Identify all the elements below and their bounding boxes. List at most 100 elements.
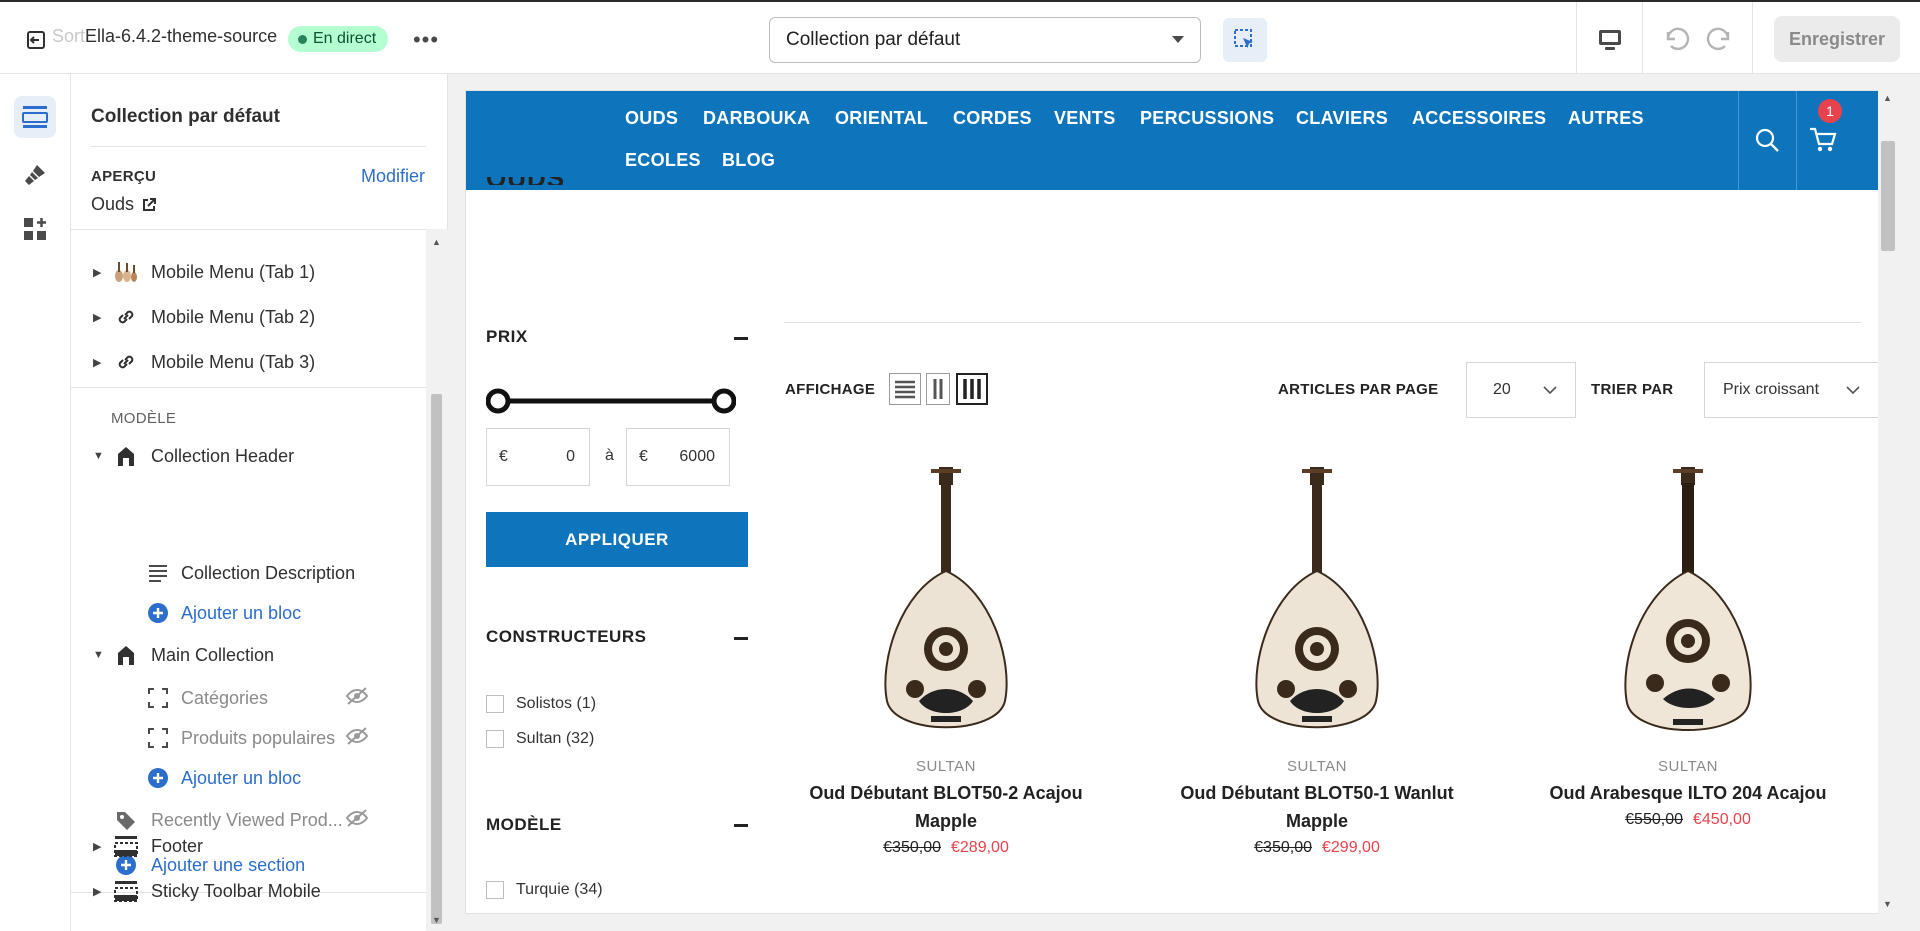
collapse-minus-icon[interactable] xyxy=(734,824,748,827)
compare-price: €550,00 xyxy=(1625,811,1683,828)
hidden-eye-icon[interactable] xyxy=(345,686,369,711)
grid-2-view-button[interactable] xyxy=(926,373,950,405)
block-popular-products[interactable]: Produits populaires xyxy=(71,723,426,753)
preview-scroll-thumb[interactable] xyxy=(1881,141,1895,251)
nav-link[interactable]: ECOLES xyxy=(625,150,701,171)
product-name[interactable]: Oud Débutant BLOT50-2 Acajou Mapple xyxy=(781,779,1111,835)
grid-3-icon xyxy=(963,379,981,399)
nav-link[interactable]: DARBOUKA xyxy=(703,108,810,129)
section-sticky-toolbar[interactable]: ▶ Sticky Toolbar Mobile xyxy=(71,876,426,906)
nav-link[interactable]: CORDES xyxy=(953,108,1032,129)
block-placeholder-icon xyxy=(145,686,171,710)
section-footer[interactable]: ▶ Footer xyxy=(71,831,426,861)
rail-apps-button[interactable] xyxy=(14,208,56,250)
nav-link[interactable]: AUTRES xyxy=(1568,108,1644,129)
price-max-input[interactable]: € 6000 xyxy=(626,428,730,486)
nav-link[interactable]: BLOG xyxy=(722,150,775,171)
nav-link[interactable]: OUDS xyxy=(625,108,678,129)
product-card[interactable]: SULTAN Oud Débutant BLOT50-1 Wanlut Mapp… xyxy=(1152,461,1482,857)
checkbox[interactable] xyxy=(486,881,504,899)
template-select[interactable]: Collection par défaut xyxy=(769,17,1201,63)
scroll-up-icon[interactable]: ▲ xyxy=(1883,93,1892,103)
sidebar-scrollbar[interactable]: ▲ ▼ xyxy=(426,229,448,931)
exit-button[interactable] xyxy=(20,24,52,56)
block-categories[interactable]: Catégories xyxy=(71,683,426,713)
product-image[interactable] xyxy=(1523,461,1853,746)
device-preview-button[interactable] xyxy=(1596,26,1624,54)
preview-scrollbar[interactable]: ▲ ▼ xyxy=(1878,91,1898,913)
product-card[interactable]: SULTAN Oud Arabesque ILTO 204 Acajou €55… xyxy=(1523,461,1853,829)
display-label: AFFICHAGE xyxy=(785,381,876,398)
checkbox[interactable] xyxy=(486,695,504,713)
product-name[interactable]: Oud Arabesque ILTO 204 Acajou xyxy=(1523,779,1853,807)
product-card[interactable]: SULTAN Oud Débutant BLOT50-2 Acajou Mapp… xyxy=(781,461,1111,857)
currency-symbol: € xyxy=(499,448,508,465)
scroll-down-icon[interactable]: ▼ xyxy=(432,915,441,925)
nav-link[interactable]: ACCESSOIRES xyxy=(1412,108,1546,129)
section-collection-header[interactable]: ▼ Collection Header xyxy=(71,441,426,471)
scroll-down-icon[interactable]: ▼ xyxy=(1883,899,1892,909)
undo-button[interactable] xyxy=(1660,24,1690,54)
filter-checkbox[interactable]: Turquie (34) xyxy=(486,881,603,899)
section-main-collection[interactable]: ▼ Main Collection xyxy=(71,640,426,670)
search-icon[interactable] xyxy=(1754,127,1780,158)
product-image[interactable] xyxy=(1152,461,1482,746)
section-icon xyxy=(113,643,139,667)
caret-right-icon: ▶ xyxy=(93,311,102,324)
hidden-eye-icon[interactable] xyxy=(345,726,369,751)
product-image[interactable] xyxy=(781,461,1111,746)
save-button[interactable]: Enregistrer xyxy=(1774,16,1900,62)
apply-label: APPLIQUER xyxy=(565,529,669,549)
compare-price: €350,00 xyxy=(883,839,941,856)
tree-item-label: Mobile Menu (Tab 1) xyxy=(151,261,316,282)
add-circle-icon xyxy=(145,766,171,790)
price-range-slider[interactable] xyxy=(486,386,736,416)
rail-sections-button[interactable] xyxy=(14,96,56,138)
price-min-input[interactable]: € 0 xyxy=(486,428,590,486)
sort-select[interactable]: Prix croissant xyxy=(1704,362,1878,418)
tree-item-label: Footer xyxy=(151,835,204,856)
more-actions-button[interactable]: ••• xyxy=(412,26,440,54)
inspector-toggle-button[interactable] xyxy=(1223,18,1267,62)
range-handle-max[interactable] xyxy=(711,388,736,414)
preview-edit-link[interactable]: Modifier xyxy=(361,166,425,187)
tree-item-mobile-menu-2[interactable]: ▶ Mobile Menu (Tab 2) xyxy=(71,302,426,332)
checkbox[interactable] xyxy=(486,730,504,748)
tree-item-mobile-menu-1[interactable]: ▶ Mobile Menu (Tab 1) xyxy=(71,257,426,287)
currency-symbol: € xyxy=(639,448,648,465)
product-name[interactable]: Oud Débutant BLOT50-1 Wanlut Mapple xyxy=(1152,779,1482,835)
add-block-button[interactable]: Ajouter un bloc xyxy=(71,598,426,628)
filter-checkbox[interactable]: Sultan (32) xyxy=(486,730,594,748)
grid-3-view-button[interactable] xyxy=(956,373,988,405)
collapse-minus-icon[interactable] xyxy=(734,637,748,640)
scroll-up-icon[interactable]: ▲ xyxy=(432,237,441,247)
redo-button[interactable] xyxy=(1706,24,1736,54)
range-handle-min[interactable] xyxy=(486,388,511,414)
add-block-button[interactable]: Ajouter un bloc xyxy=(71,763,426,793)
hidden-eye-icon[interactable] xyxy=(345,808,369,833)
block-collection-description[interactable]: Collection Description xyxy=(71,558,426,588)
add-block-label: Ajouter un bloc xyxy=(181,602,302,623)
apply-filter-button[interactable]: APPLIQUER xyxy=(486,512,748,567)
rail-theme-settings-button[interactable] xyxy=(14,154,56,196)
nav-link[interactable]: CLAVIERS xyxy=(1296,108,1388,129)
collapse-minus-icon[interactable] xyxy=(734,337,748,340)
list-view-button[interactable] xyxy=(889,373,921,405)
editor-topbar: Sort Ella-6.4.2-theme-source En direct ••… xyxy=(0,0,1920,74)
nav-link[interactable]: PERCUSSIONS xyxy=(1140,108,1274,129)
editor-rail xyxy=(0,74,71,931)
tree-item-mobile-menu-3[interactable]: ▶ Mobile Menu (Tab 3) xyxy=(71,347,426,377)
divider xyxy=(1576,2,1577,74)
filter-title-price: PRIX xyxy=(486,327,528,346)
nav-link[interactable]: VENTS xyxy=(1054,108,1116,129)
filter-checkbox[interactable]: Solistos (1) xyxy=(486,695,596,713)
preview-value[interactable]: Ouds xyxy=(91,194,157,215)
caret-right-icon: ▶ xyxy=(93,840,102,853)
footer-icon xyxy=(113,834,139,858)
nav-link[interactable]: ORIENTAL xyxy=(835,108,928,129)
per-page-select[interactable]: 20 xyxy=(1466,362,1576,418)
template-group-label: MODÈLE xyxy=(111,410,177,427)
cart-icon[interactable] xyxy=(1808,126,1838,159)
sidebar-scroll-thumb[interactable] xyxy=(431,394,442,924)
tree-item-label: Sticky Toolbar Mobile xyxy=(151,880,321,901)
